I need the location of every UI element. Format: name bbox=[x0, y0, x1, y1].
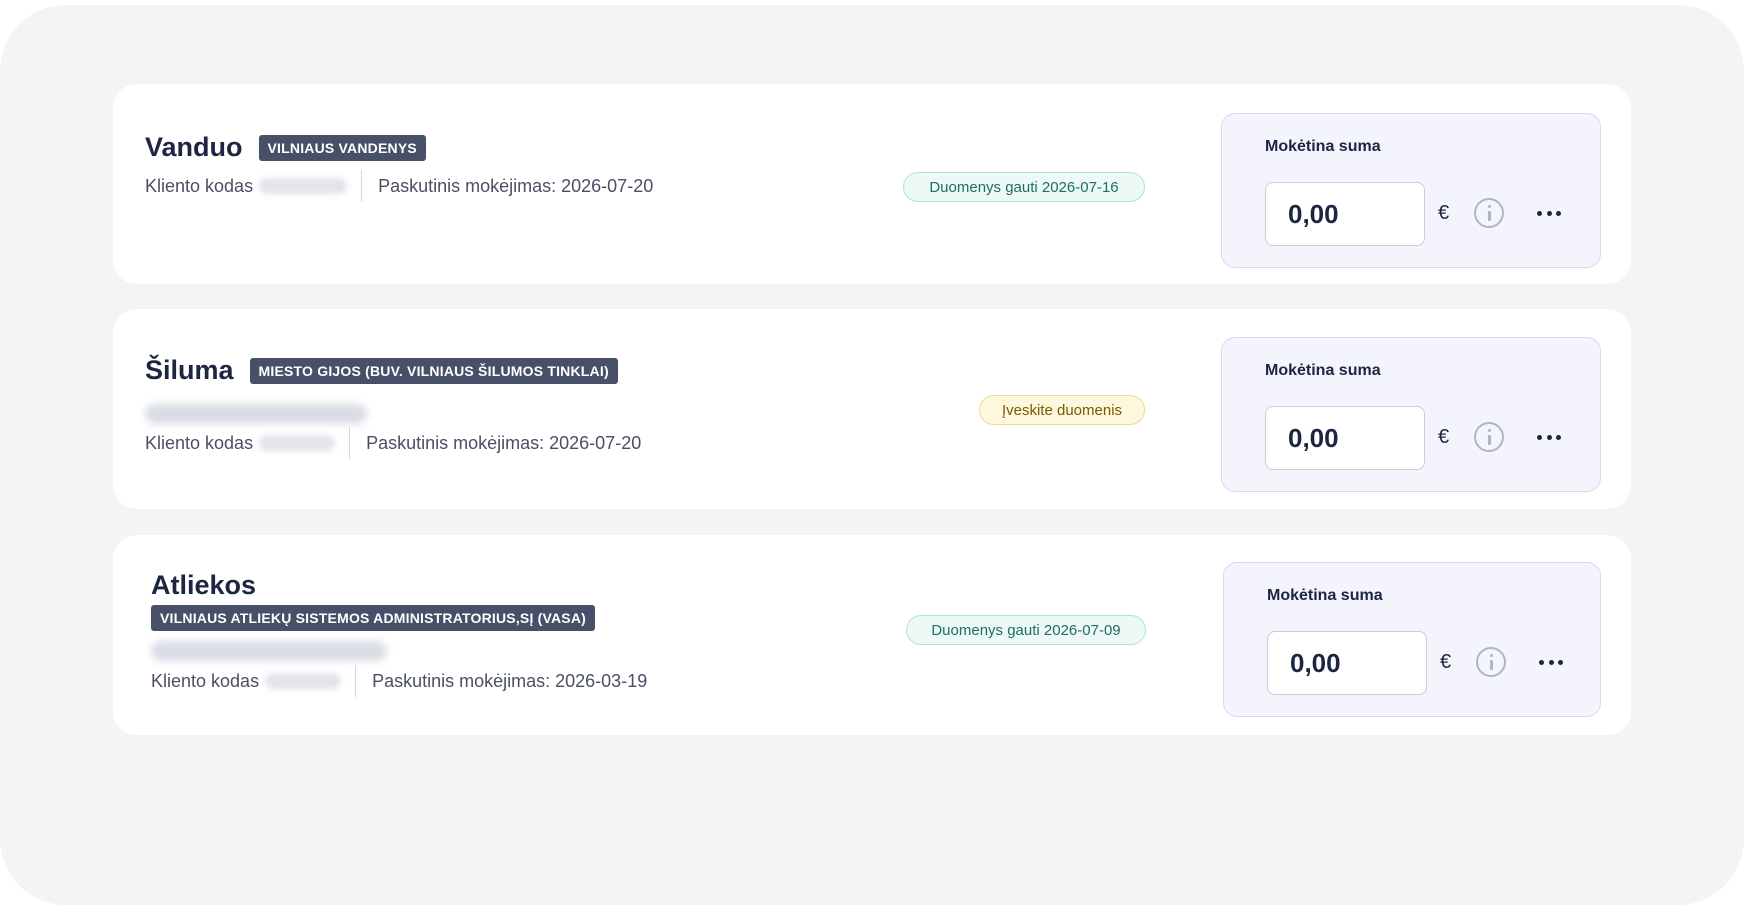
client-code-label: Kliento kodas bbox=[151, 670, 260, 691]
more-options-icon[interactable] bbox=[1534, 424, 1564, 450]
utility-card-heating: Šiluma MIESTO GIJOS (BUV. VILNIAUS ŠILUM… bbox=[113, 309, 1631, 509]
payment-label: Mokėtina suma bbox=[1265, 138, 1381, 155]
title-row: Atliekos bbox=[151, 570, 256, 601]
meta-divider bbox=[349, 427, 351, 459]
currency-symbol: € bbox=[1438, 202, 1450, 224]
more-options-icon[interactable] bbox=[1536, 649, 1566, 675]
utility-card-waste: Atliekos VILNIAUS ATLIEKŲ SISTEMOS ADMIN… bbox=[113, 535, 1631, 735]
payment-label: Mokėtina suma bbox=[1265, 362, 1381, 379]
client-code-redacted bbox=[259, 178, 348, 194]
payment-panel: Mokėtina suma € bbox=[1223, 562, 1601, 717]
more-options-icon[interactable] bbox=[1534, 200, 1564, 226]
amount-input[interactable] bbox=[1265, 182, 1425, 246]
client-code-label: Kliento kodas bbox=[145, 432, 254, 453]
meta-divider bbox=[355, 665, 357, 697]
client-code-redacted bbox=[265, 673, 342, 689]
client-code-label: Kliento kodas bbox=[145, 175, 254, 196]
utility-title: Šiluma bbox=[145, 355, 234, 385]
client-meta: Kliento kodas Paskutinis mokėjimas: 2026… bbox=[145, 427, 641, 459]
info-icon[interactable] bbox=[1476, 647, 1506, 677]
utility-title: Vanduo bbox=[145, 132, 243, 162]
payment-label: Mokėtina suma bbox=[1267, 587, 1383, 604]
status-badge[interactable]: Įveskite duomenis bbox=[979, 395, 1145, 425]
last-payment: Paskutinis mokėjimas: 2026-07-20 bbox=[378, 175, 654, 196]
last-payment: Paskutinis mokėjimas: 2026-03-19 bbox=[372, 670, 648, 691]
client-code-redacted bbox=[259, 435, 336, 451]
utility-card-water: Vanduo VILNIAUS VANDENYS Kliento kodas P… bbox=[113, 84, 1631, 284]
meta-divider bbox=[361, 170, 363, 202]
title-row: Vanduo VILNIAUS VANDENYS bbox=[145, 132, 426, 163]
status-badge: Duomenys gauti 2026-07-16 bbox=[903, 172, 1145, 202]
page-background: Vanduo VILNIAUS VANDENYS Kliento kodas P… bbox=[0, 5, 1744, 905]
info-icon[interactable] bbox=[1474, 422, 1504, 452]
company-badge: MIESTO GIJOS (BUV. VILNIAUS ŠILUMOS TINK… bbox=[249, 357, 618, 384]
currency-symbol: € bbox=[1438, 426, 1450, 448]
address-redacted bbox=[145, 404, 367, 424]
amount-input[interactable] bbox=[1265, 406, 1425, 470]
client-meta: Kliento kodas Paskutinis mokėjimas: 2026… bbox=[151, 665, 647, 697]
utility-title: Atliekos bbox=[151, 570, 257, 600]
payment-panel: Mokėtina suma € bbox=[1221, 337, 1601, 492]
company-badge: VILNIAUS ATLIEKŲ SISTEMOS ADMINISTRATORI… bbox=[151, 605, 596, 631]
title-row: Šiluma MIESTO GIJOS (BUV. VILNIAUS ŠILUM… bbox=[145, 355, 618, 386]
currency-symbol: € bbox=[1440, 651, 1452, 673]
company-badge: VILNIAUS VANDENYS bbox=[258, 134, 426, 161]
info-icon[interactable] bbox=[1474, 198, 1504, 228]
client-meta: Kliento kodas Paskutinis mokėjimas: 2026… bbox=[145, 170, 653, 202]
last-payment: Paskutinis mokėjimas: 2026-07-20 bbox=[366, 432, 642, 453]
status-badge: Duomenys gauti 2026-07-09 bbox=[906, 615, 1146, 645]
amount-input[interactable] bbox=[1267, 631, 1427, 695]
address-redacted bbox=[151, 641, 387, 661]
payment-panel: Mokėtina suma € bbox=[1221, 113, 1601, 268]
